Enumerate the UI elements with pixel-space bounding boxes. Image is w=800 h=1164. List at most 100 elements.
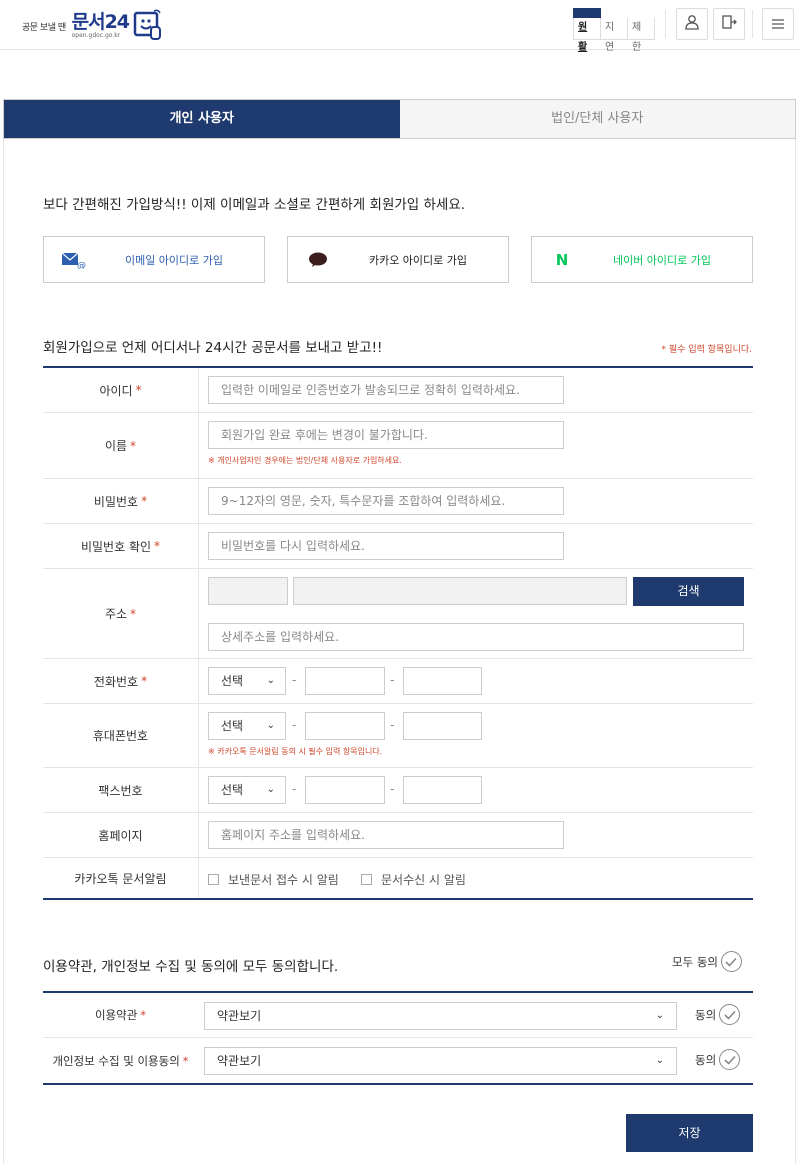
logo-url: open.gdoc.go.kr xyxy=(71,32,121,39)
address-input[interactable] xyxy=(293,577,627,605)
chevron-down-icon: ⌄ xyxy=(266,784,275,795)
row-mobile: 휴대폰번호 선택 ⌄ - - ※ 카카오톡 문서알림 동의 시 필수 입력 항목입… xyxy=(43,704,753,768)
terms-usage-label: 이용약관 xyxy=(94,1008,138,1022)
kakao-talk-icon xyxy=(288,252,348,268)
tab-corporate[interactable]: 법인/단체 사용자 xyxy=(399,100,795,138)
fax-last-input[interactable] xyxy=(403,776,482,804)
user-type-tabs: 개인 사용자 법인/단체 사용자 xyxy=(3,99,796,139)
check-circle-icon xyxy=(719,1004,741,1025)
logo-mascot-icon xyxy=(132,7,164,45)
site-logo[interactable]: 공문 보낼 땐 문서24 open.gdoc.go.kr xyxy=(22,6,164,46)
svg-text:@: @ xyxy=(77,261,86,269)
address-search-button[interactable]: 검색 xyxy=(633,577,744,606)
mobile-last-input[interactable] xyxy=(403,712,482,740)
save-button[interactable]: 저장 xyxy=(626,1114,753,1152)
kakao-signup-button[interactable]: 카카오 아이디로 가입 xyxy=(287,236,509,283)
agree-all-toggle[interactable]: 모두 동의 xyxy=(672,951,742,972)
required-mark: * xyxy=(130,606,137,621)
status-smooth: 원활 xyxy=(574,18,601,53)
row-homepage: 홈페이지 홈페이지 주소를 입력하세요. xyxy=(43,813,753,858)
row-kakao-alert: 카카오톡 문서알림 보낸문서 접수 시 알림 문서수신 시 알림 xyxy=(43,858,753,898)
fax-area-select[interactable]: 선택 ⌄ xyxy=(208,776,286,804)
status-limited: 제한 xyxy=(632,22,642,53)
required-mark: * xyxy=(135,383,142,397)
row-fax: 팩스번호 선택 ⌄ - - xyxy=(43,768,753,813)
terms-section-title: 이용약관, 개인정보 수집 및 동의에 모두 동의합니다. xyxy=(43,959,339,975)
id-label: 아이디 xyxy=(99,383,133,398)
signup-door-icon xyxy=(721,14,737,34)
row-password: 비밀번호 * 9~12자의 영문, 숫자, 특수문자를 조합하여 입력하세요. xyxy=(43,479,753,524)
tab-individual[interactable]: 개인 사용자 xyxy=(4,100,400,138)
terms-row-usage: 이용약관 * 약관보기 ⌄ 동의 xyxy=(43,993,753,1038)
agree-privacy-toggle[interactable]: 동의 xyxy=(695,1049,741,1070)
check-circle-icon xyxy=(720,951,742,972)
chevron-down-icon: ⌄ xyxy=(655,1010,664,1021)
phone-area-select[interactable]: 선택 ⌄ xyxy=(208,667,286,695)
fax-middle-input[interactable] xyxy=(305,776,385,804)
name-label: 이름 xyxy=(104,439,128,453)
kakao-alert-label: 카카오톡 문서알림 xyxy=(74,871,167,886)
chevron-down-icon: ⌄ xyxy=(655,1055,664,1066)
checkbox-icon xyxy=(361,874,372,885)
zipcode-input[interactable] xyxy=(208,577,288,605)
row-name: 이름 * 회원가입 완료 후에는 변경이 불가합니다. ※ 개인사업자인 경우에는… xyxy=(43,413,753,479)
status-indicator-bar xyxy=(573,8,601,18)
mobile-prefix-select[interactable]: 선택 ⌄ xyxy=(208,712,286,740)
user-icon xyxy=(684,14,700,34)
address-detail-input[interactable]: 상세주소를 입력하세요. xyxy=(208,623,744,651)
phone-last-input[interactable] xyxy=(403,667,482,695)
password-input[interactable]: 9~12자의 영문, 숫자, 특수문자를 조합하여 입력하세요. xyxy=(208,487,564,515)
kakao-alert-received-checkbox[interactable]: 문서수신 시 알림 xyxy=(361,871,466,888)
name-input[interactable]: 회원가입 완료 후에는 변경이 불가합니다. xyxy=(208,421,564,449)
intro-text: 보다 간편해진 가입방식!! 이제 이메일과 소셜로 간편하게 회원가입 하세요… xyxy=(43,197,466,213)
kakao-signup-label: 카카오 아이디로 가입 xyxy=(368,253,468,267)
mobile-label: 휴대폰번호 xyxy=(92,729,149,743)
naver-signup-button[interactable]: N 네이버 아이디로 가입 xyxy=(531,236,753,283)
signup-form-table: 아이디 * 입력한 이메일로 인증번호가 발송되므로 정확히 입력하세요. 이름 *… xyxy=(43,366,753,900)
checkbox-icon xyxy=(208,874,219,885)
terms-usage-select[interactable]: 약관보기 ⌄ xyxy=(204,1002,677,1030)
homepage-input[interactable]: 홈페이지 주소를 입력하세요. xyxy=(208,821,564,849)
header: 공문 보낼 땐 문서24 open.gdoc.go.kr 원활 지연 제한 xyxy=(0,0,800,53)
fax-label: 팩스번호 xyxy=(98,783,143,798)
row-password-confirm: 비밀번호 확인 * 비밀번호를 다시 입력하세요. xyxy=(43,524,753,569)
chevron-down-icon: ⌄ xyxy=(266,675,275,686)
chevron-down-icon: ⌄ xyxy=(266,720,275,731)
phone-label: 전화번호 xyxy=(93,674,139,689)
email-icon: @ xyxy=(44,251,104,269)
join-button[interactable] xyxy=(713,8,745,40)
terms-row-privacy: 개인정보 수집 및 이용동의 * 약관보기 ⌄ 동의 xyxy=(43,1038,753,1083)
password-confirm-label: 비밀번호 확인 xyxy=(80,539,152,554)
required-mark: * xyxy=(130,438,137,453)
naver-n-icon: N xyxy=(555,250,569,269)
row-id: 아이디 * 입력한 이메일로 인증번호가 발송되므로 정확히 입력하세요. xyxy=(43,368,753,413)
terms-privacy-select[interactable]: 약관보기 ⌄ xyxy=(204,1047,677,1075)
form-section-title: 회원가입으로 언제 어디서나 24시간 공문서를 보내고 받고!! xyxy=(43,340,383,356)
kakao-alert-sent-checkbox[interactable]: 보낸문서 접수 시 알림 xyxy=(208,871,339,888)
password-confirm-input[interactable]: 비밀번호를 다시 입력하세요. xyxy=(208,532,564,560)
header-divider xyxy=(752,10,753,38)
check-circle-icon xyxy=(719,1049,741,1070)
terms-table: 이용약관 * 약관보기 ⌄ 동의 개인정보 수집 및 이용동의 * 약관보기 ⌄ 동의 xyxy=(43,991,753,1085)
terms-privacy-label: 개인정보 수집 및 이용동의 xyxy=(52,1053,180,1068)
address-label: 주소 xyxy=(104,607,128,621)
required-mark: * xyxy=(141,674,148,688)
row-address: 주소 * 검색 상세주소를 입력하세요. xyxy=(43,569,753,659)
menu-button[interactable] xyxy=(762,8,794,40)
logo-title: 문서24 xyxy=(71,11,130,33)
phone-middle-input[interactable] xyxy=(305,667,385,695)
id-input[interactable]: 입력한 이메일로 인증번호가 발송되므로 정확히 입력하세요. xyxy=(208,376,564,404)
status-delayed: 지연 xyxy=(601,18,628,53)
agree-usage-toggle[interactable]: 동의 xyxy=(695,1004,741,1025)
email-signup-button[interactable]: @ 이메일 아이디로 가입 xyxy=(43,236,265,283)
mobile-middle-input[interactable] xyxy=(305,712,385,740)
login-button[interactable] xyxy=(676,8,708,40)
server-status: 원활 지연 제한 xyxy=(573,8,655,53)
email-signup-label: 이메일 아이디로 가입 xyxy=(124,253,224,267)
mobile-note: ※ 카카오톡 문서알림 동의 시 필수 입력 항목입니다. xyxy=(208,747,383,756)
naver-signup-label: 네이버 아이디로 가입 xyxy=(612,253,712,267)
row-phone: 전화번호 * 선택 ⌄ - - xyxy=(43,659,753,704)
header-divider xyxy=(665,10,666,38)
hamburger-icon xyxy=(771,15,785,34)
password-label: 비밀번호 xyxy=(93,494,139,509)
